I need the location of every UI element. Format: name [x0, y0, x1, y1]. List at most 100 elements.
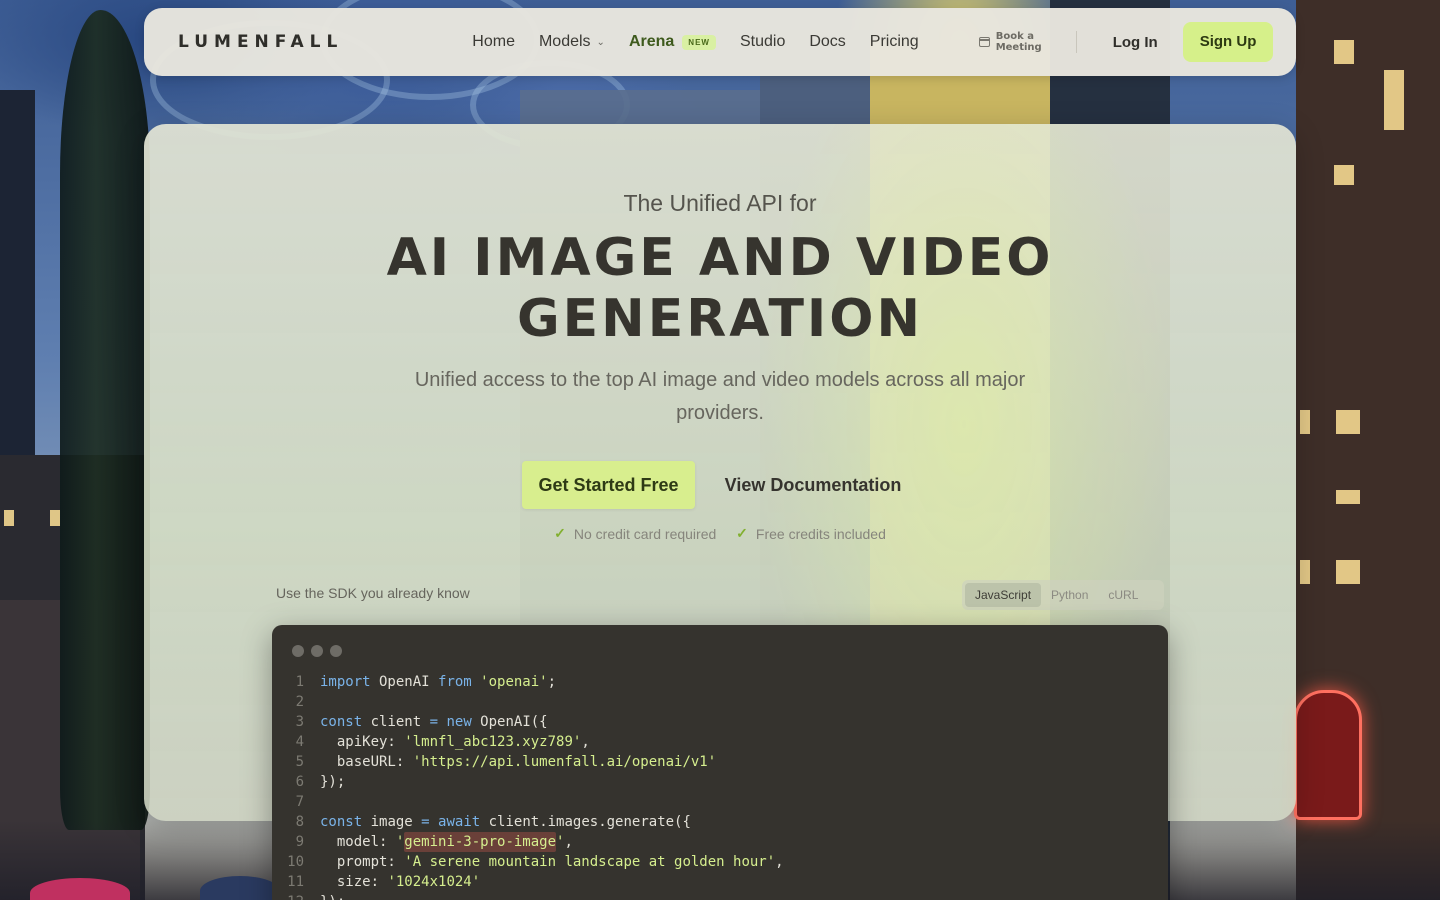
- window-dot: [330, 645, 342, 657]
- line-number: 12: [272, 892, 304, 900]
- code-token: 'lmnfl_abc123.xyz789': [404, 734, 582, 750]
- code-token: =: [421, 814, 430, 830]
- code-token: const: [320, 814, 363, 830]
- code-token: 'openai': [471, 674, 548, 690]
- nav-link-arena[interactable]: Arena NEW: [629, 33, 716, 51]
- code-token: ;: [547, 674, 557, 690]
- line-number: 7: [295, 794, 304, 810]
- code-line: 8 const image = await client.images.gene…: [272, 812, 1168, 832]
- code-line: 2: [272, 692, 1168, 712]
- line-number: 9: [295, 834, 304, 850]
- code-token: ,: [775, 854, 784, 870]
- check-icon: ✓: [554, 525, 566, 541]
- line-number: 2: [295, 694, 304, 710]
- nav-link-docs[interactable]: Docs: [809, 33, 845, 51]
- perk-item: ✓ Free credits included: [736, 525, 886, 542]
- code-token: const: [320, 714, 363, 730]
- code-token: });: [320, 892, 345, 900]
- check-icon: ✓: [736, 525, 748, 541]
- line-number: 8: [295, 814, 304, 830]
- book-meeting-link[interactable]: Book a Meeting: [978, 31, 1042, 53]
- hero-subline: Unified access to the top AI image and v…: [414, 369, 1026, 424]
- code-line: 6 });: [272, 772, 1168, 792]
- hero-headline: AI IMAGE AND VIDEO GENERATION: [0, 228, 1440, 350]
- code-line: 5 baseURL: 'https://api.lumenfall.ai/ope…: [272, 752, 1168, 772]
- line-number: 4: [295, 734, 304, 750]
- nav-link-label: Models: [538, 33, 591, 50]
- book-meeting-line1: Book a: [995, 31, 1034, 42]
- code-token: OpenAI: [370, 674, 439, 690]
- nav-link-label: Home: [472, 33, 515, 50]
- sdk-label: Use the SDK you already know: [276, 585, 470, 601]
- nav-link-studio[interactable]: Studio: [740, 33, 785, 51]
- headline-line-1: AI IMAGE AND VIDEO: [386, 228, 1054, 288]
- code-token: model:: [320, 834, 396, 850]
- nav-link-pricing[interactable]: Pricing: [870, 33, 919, 51]
- perks-list: ✓ No credit card required ✓ Free credits…: [0, 525, 1440, 542]
- nav-links: Home Models ⌄ Arena NEW Studio Docs Pric…: [472, 33, 942, 51]
- tab-curl[interactable]: cURL: [1098, 583, 1148, 607]
- code-token: client: [362, 714, 430, 730]
- perk-label: No credit card required: [573, 525, 717, 542]
- top-navbar: LUMENFALL Home Models ⌄ Arena NEW Studio…: [144, 8, 1296, 76]
- code-token: =: [429, 714, 439, 730]
- code-line: 4 apiKey: 'lmnfl_abc123.xyz789',: [272, 732, 1168, 752]
- window-dot: [292, 645, 304, 657]
- new-badge: NEW: [682, 34, 716, 50]
- code-token: ': [556, 834, 565, 850]
- code-token: await: [429, 814, 481, 830]
- perk-item: ✓ No credit card required: [554, 525, 716, 542]
- highlighted-model-name: gemini-3-pro-image: [404, 832, 557, 852]
- code-line: 3 const client = new OpenAI({: [272, 712, 1168, 732]
- code-token: ,: [564, 834, 573, 850]
- window-controls: [292, 645, 342, 657]
- book-meeting-label: Book a Meeting: [996, 31, 1042, 53]
- code-line: 10 prompt: 'A serene mountain landscape …: [272, 852, 1168, 872]
- signup-button[interactable]: Sign Up: [1182, 22, 1274, 62]
- nav-link-label: Arena: [628, 33, 675, 50]
- headline-line-2: GENERATION: [516, 289, 924, 349]
- code-token: from: [438, 674, 472, 690]
- nav-link-label: Pricing: [869, 33, 919, 50]
- nav-link-home[interactable]: Home: [472, 33, 515, 51]
- code-line: 12 });: [272, 892, 1168, 900]
- code-lines: 1 import OpenAI from 'openai'; 2 3 const…: [272, 672, 1168, 900]
- code-token: prompt:: [320, 854, 405, 870]
- nav-link-models[interactable]: Models ⌄: [539, 33, 605, 51]
- code-token: new: [438, 714, 472, 730]
- code-window: 1 import OpenAI from 'openai'; 2 3 const…: [272, 625, 1168, 900]
- line-number: 1: [295, 674, 304, 690]
- code-token: image: [362, 814, 422, 830]
- code-token: import: [320, 674, 371, 690]
- view-documentation-button[interactable]: View Documentation: [718, 461, 908, 509]
- book-meeting-line2: Meeting: [995, 42, 1042, 53]
- code-token: ': [395, 834, 405, 850]
- code-token: '1024x1024': [387, 874, 481, 890]
- code-token: 'A serene mountain landscape at golden h…: [404, 854, 776, 870]
- nav-link-label: Docs: [809, 33, 846, 50]
- line-number: 6: [295, 774, 304, 790]
- language-tabs: JavaScript Python cURL: [962, 580, 1164, 610]
- get-started-button[interactable]: Get Started Free: [522, 461, 695, 509]
- code-token: });: [320, 774, 346, 790]
- code-token: apiKey:: [320, 734, 405, 750]
- nav-divider: [1075, 31, 1077, 53]
- code-token: 'https://api.lumenfall.ai/openai/v1': [412, 754, 717, 770]
- calendar-icon: [978, 37, 990, 47]
- code-token: baseURL:: [320, 754, 413, 770]
- login-button[interactable]: Log In: [1113, 34, 1158, 51]
- code-token: size:: [320, 874, 388, 890]
- hero-kicker: The Unified API for: [623, 190, 817, 216]
- line-number: 5: [295, 754, 304, 770]
- code-token: ,: [581, 734, 590, 750]
- code-line: 7: [272, 792, 1168, 812]
- nav-link-label: Studio: [739, 33, 786, 50]
- code-token: client.images.generate({: [480, 814, 691, 830]
- code-line: 1 import OpenAI from 'openai';: [272, 672, 1168, 692]
- tab-python[interactable]: Python: [1041, 583, 1098, 607]
- tab-javascript[interactable]: JavaScript: [965, 583, 1042, 607]
- code-line: 11 size: '1024x1024': [272, 872, 1168, 892]
- brand-logo[interactable]: LUMENFALL: [178, 32, 343, 52]
- chevron-down-icon: ⌄: [596, 36, 605, 48]
- window-dot: [311, 645, 323, 657]
